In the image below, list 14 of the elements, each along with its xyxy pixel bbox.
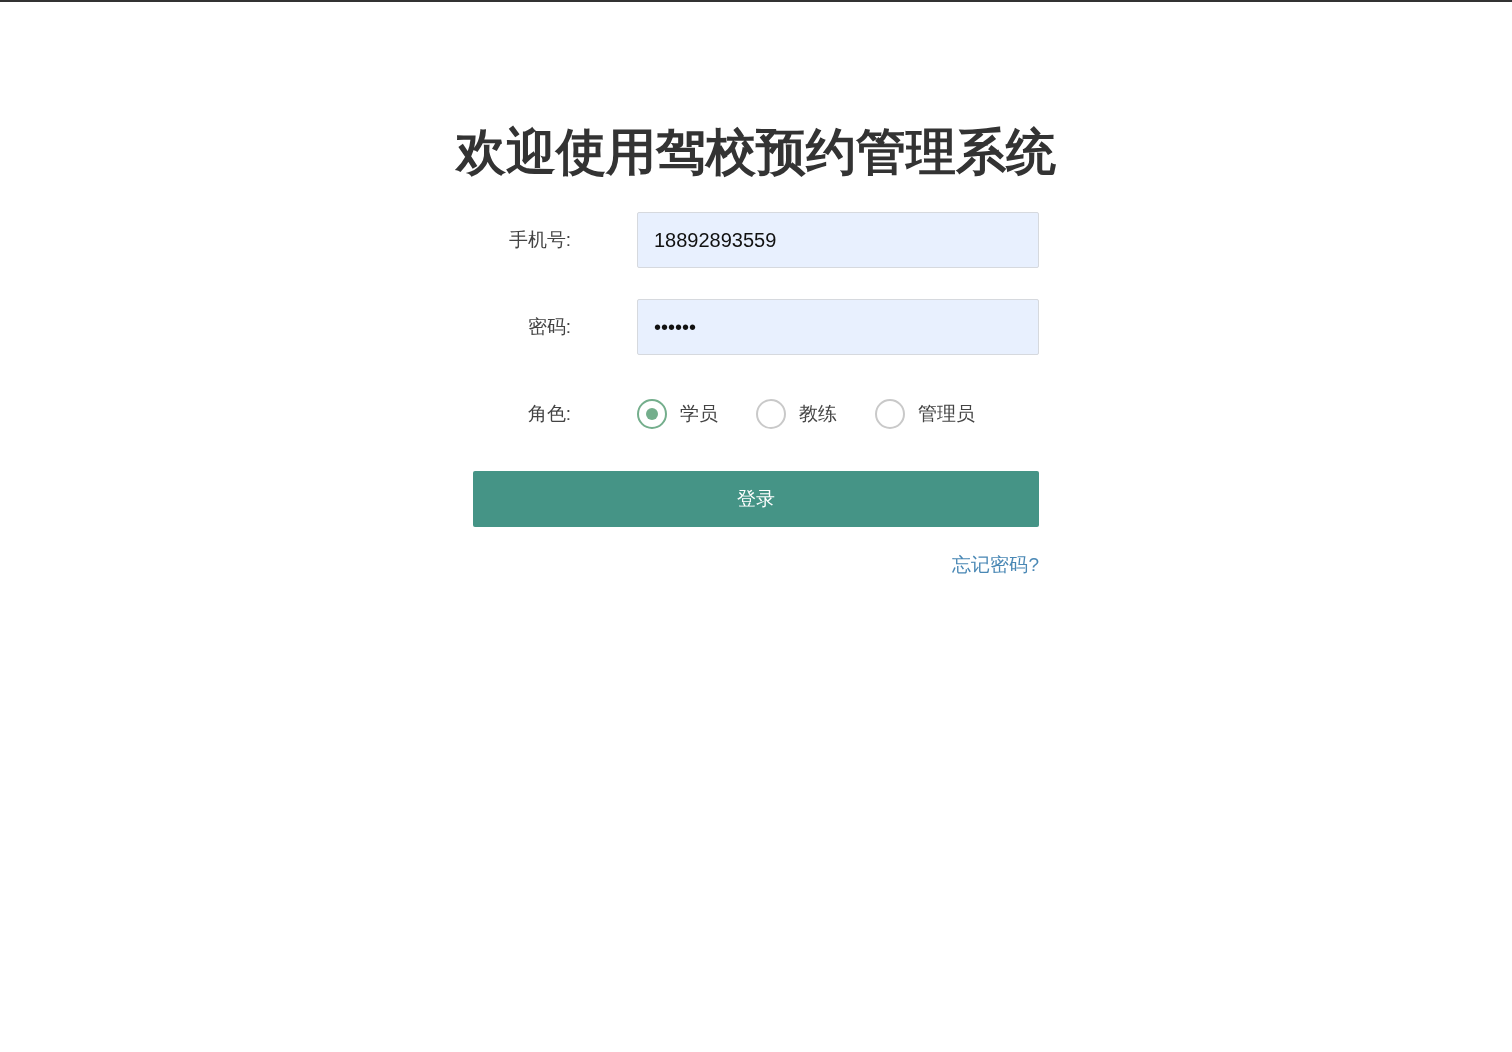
radio-label[interactable]: 管理员 [918,399,975,429]
radio-button[interactable] [637,399,667,429]
forgot-password-link[interactable]: 忘记密码? [952,551,1039,580]
login-button[interactable]: 登录 [473,471,1039,527]
field-label: 密码: [526,314,571,339]
radio-button[interactable] [875,399,905,429]
radio-button[interactable] [756,399,786,429]
password-input[interactable]: •••••• [637,299,1039,355]
role-label: 角色: [526,401,571,426]
radio-label[interactable]: 教练 [799,399,837,429]
field-label: 手机号: [507,227,571,252]
radio-label[interactable]: 学员 [680,399,718,429]
phone-input[interactable]: 18892893559 [637,212,1039,268]
page-title: 欢迎使用驾校预约管理系统 [456,122,1056,183]
